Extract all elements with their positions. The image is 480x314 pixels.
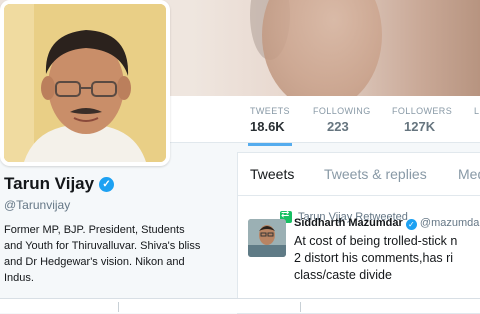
tweet-author-avatar[interactable] bbox=[248, 219, 286, 257]
author-photo bbox=[248, 219, 286, 257]
tab-media[interactable]: Med bbox=[458, 166, 480, 182]
divider bbox=[300, 302, 301, 312]
timeline-tabs: Tweets Tweets & replies Med bbox=[238, 153, 480, 196]
verified-badge-icon: ✓ bbox=[99, 176, 115, 192]
tweet-header: Siddharth Mazumdar ✓ @mazumda bbox=[294, 217, 479, 230]
bio-line: Indus. bbox=[4, 272, 34, 284]
stat-following[interactable]: FOLLOWING 223 bbox=[313, 106, 371, 134]
stat-tweets[interactable]: TWEETS 18.6K bbox=[248, 106, 292, 146]
profile-name-row: Tarun Vijay ✓ bbox=[4, 174, 232, 194]
tweet-text[interactable]: At cost of being trolled-stick n 2 disto… bbox=[294, 233, 480, 284]
tweet-line: At cost of being trolled-stick n bbox=[294, 234, 458, 248]
bio-line: and Youth for Thiruvalluvar. Shiva's bli… bbox=[4, 240, 201, 252]
verified-badge-icon: ✓ bbox=[405, 219, 417, 230]
bottom-bar bbox=[0, 298, 480, 313]
stat-label: FOLLOWING bbox=[313, 106, 371, 116]
stat-value: 127K bbox=[404, 119, 436, 134]
stat-value: 18.6K bbox=[250, 119, 285, 134]
bio-line: and Dr Hedgewar's vision. Nikon and bbox=[4, 256, 185, 268]
timeline: Tweets Tweets & replies Med Tarun Vijay … bbox=[237, 152, 480, 314]
stat-label: L bbox=[474, 106, 480, 116]
bio-line: Former MP, BJP. President, Students bbox=[4, 224, 185, 236]
avatar-photo bbox=[4, 4, 166, 162]
profile-handle[interactable]: @Tarunvijay bbox=[4, 198, 232, 212]
tab-tweets-replies[interactable]: Tweets & replies bbox=[324, 166, 427, 182]
divider bbox=[118, 302, 119, 312]
stat-label: FOLLOWERS bbox=[392, 106, 453, 116]
stat-label: TWEETS bbox=[250, 106, 290, 116]
tweet-line: 2 distort his comments,has ri bbox=[294, 251, 454, 265]
avatar[interactable] bbox=[0, 0, 170, 166]
stat-likes[interactable]: L bbox=[474, 106, 479, 116]
banner-photo-detail bbox=[262, 0, 382, 96]
tab-tweets[interactable]: Tweets bbox=[250, 166, 294, 182]
profile-name[interactable]: Tarun Vijay bbox=[4, 174, 94, 194]
tweet-line: class/caste divide bbox=[294, 268, 392, 282]
stat-followers[interactable]: FOLLOWERS 127K bbox=[392, 106, 452, 134]
profile-bio: Former MP, BJP. President, Students and … bbox=[4, 222, 232, 286]
tweet-author-name[interactable]: Siddharth Mazumdar bbox=[294, 217, 403, 229]
stat-value: 223 bbox=[327, 119, 349, 134]
tweet-author-handle[interactable]: @mazumda bbox=[420, 217, 479, 229]
profile-card: Tarun Vijay ✓ @Tarunvijay Former MP, BJP… bbox=[4, 174, 232, 286]
